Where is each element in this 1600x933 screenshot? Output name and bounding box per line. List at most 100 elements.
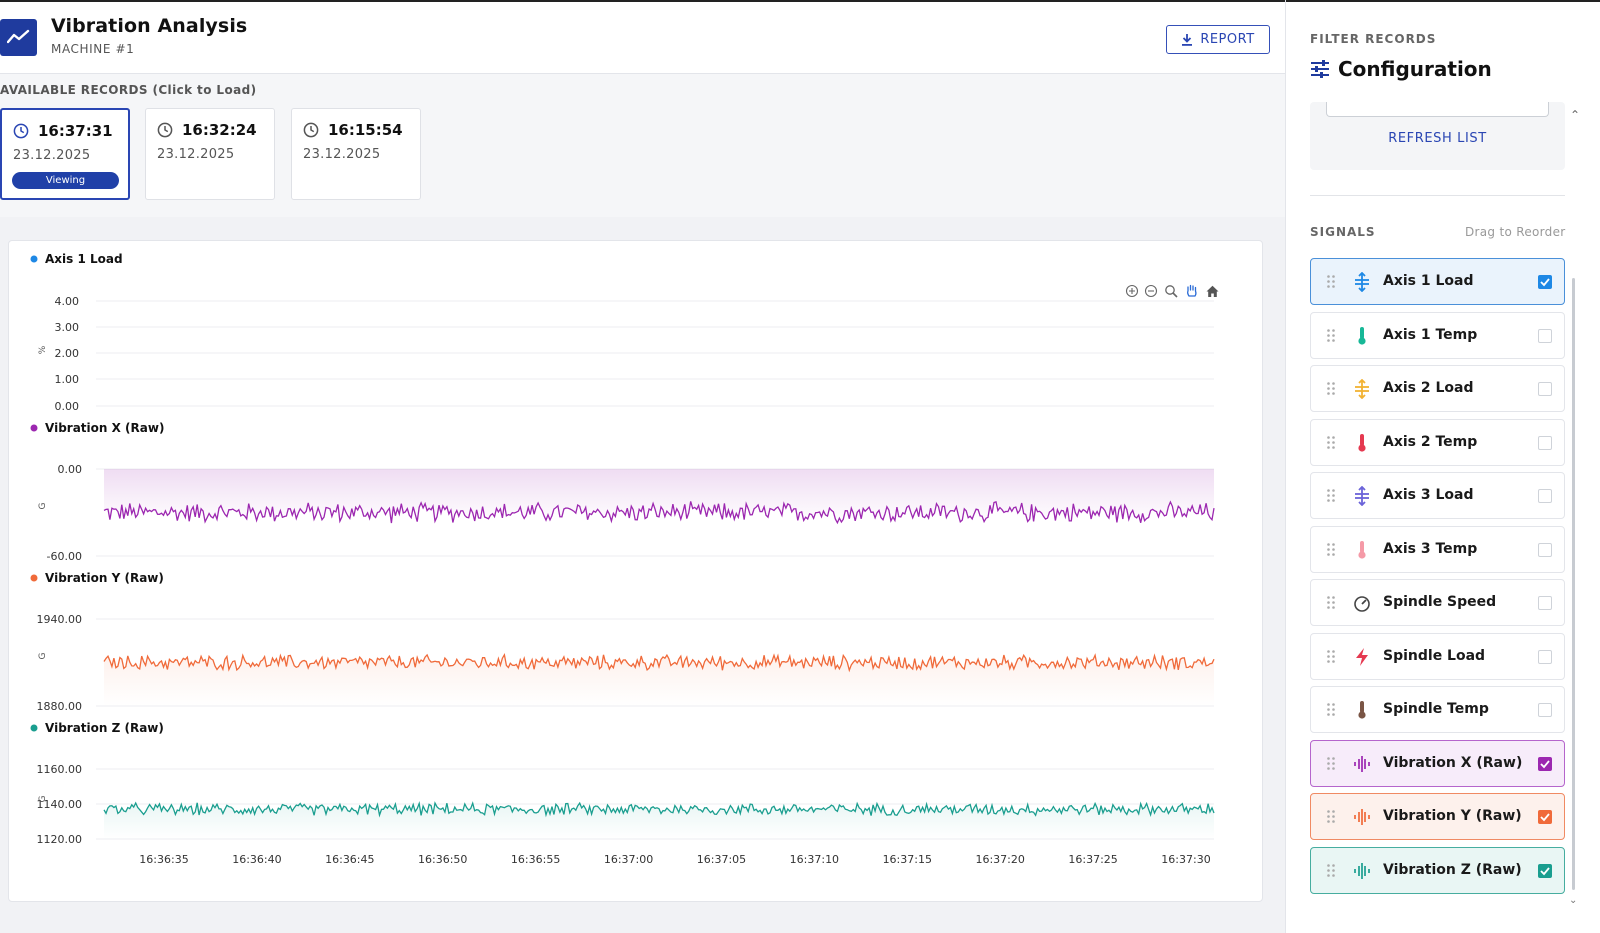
signal-label: Axis 3 Load [1383,487,1474,503]
record-date: 23.12.2025 [13,148,91,163]
x-tick-label: 16:36:40 [232,853,281,866]
signal-checkbox[interactable] [1538,329,1552,343]
signal-item[interactable]: Axis 3 Load [1310,472,1565,519]
signal-checkbox[interactable] [1538,489,1552,503]
signal-label: Vibration X (Raw) [1383,755,1523,771]
signal-checkbox[interactable] [1538,864,1552,878]
thermometer-icon [1353,433,1371,453]
report-label: REPORT [1200,32,1255,47]
drag-to-reorder-hint: Drag to Reorder [1465,225,1566,239]
filter-panel: FILTER RECORDS Configuration REFRESH LIS… [1285,0,1600,933]
zoom-in-icon[interactable] [1125,284,1139,298]
signal-checkbox[interactable] [1538,703,1552,717]
y-tick-label: 1160.00 [37,763,83,776]
signal-checkbox[interactable] [1538,757,1552,771]
page-title: Vibration Analysis [51,15,248,37]
y-tick-label: 0.00 [58,463,83,476]
divider [1310,195,1565,196]
signal-item[interactable]: Axis 2 Load [1310,365,1565,412]
signal-item[interactable]: Axis 2 Temp [1310,419,1565,466]
signal-label: Axis 3 Temp [1383,541,1478,557]
signal-label: Axis 2 Temp [1383,434,1478,450]
home-icon[interactable] [1206,285,1219,297]
drag-handle-icon[interactable] [1327,703,1335,716]
drag-handle-icon[interactable] [1327,382,1335,395]
chart-panel: Axis 1 Load 4.00 3.00 2.00 1.00 0.00% [30,252,1214,413]
record-time: 16:15:54 [328,121,403,139]
drag-handle-icon[interactable] [1327,864,1335,877]
signals-label: SIGNALS [1310,225,1376,239]
legend-dot [30,424,38,432]
signal-item[interactable]: Vibration Z (Raw) [1310,847,1565,894]
clock-icon [157,122,173,138]
record-card[interactable]: 16:37:31 23.12.2025 Viewing [0,108,130,200]
chart-panel: Vibration Z (Raw)1160.001140.001120.00G [30,721,1215,846]
waveform-icon [1353,754,1371,774]
x-tick-label: 16:36:55 [511,853,560,866]
drag-handle-icon[interactable] [1327,757,1335,770]
pan-hand-icon[interactable] [1187,284,1197,297]
chart-svg: Axis 1 Load 4.00 3.00 2.00 1.00 0.00% Vibratio… [30,252,1219,866]
x-tick-label: 16:37:10 [790,853,839,866]
y-axis-unit: G [38,502,48,509]
signal-label: Spindle Temp [1383,701,1489,717]
y-tick-label: 2.00 [55,347,80,360]
drag-handle-icon[interactable] [1327,436,1335,449]
viewing-badge: Viewing [12,172,119,189]
x-tick-label: 16:36:45 [325,853,374,866]
magnify-icon[interactable] [1165,285,1178,298]
signal-item[interactable]: Spindle Temp [1310,686,1565,733]
x-tick-label: 16:36:50 [418,853,467,866]
thermometer-icon [1353,700,1371,720]
record-date: 23.12.2025 [303,147,381,162]
record-select-field[interactable] [1326,102,1549,117]
zoom-out-icon[interactable] [1144,284,1158,298]
signal-item[interactable]: Axis 1 Temp [1310,312,1565,359]
signal-checkbox[interactable] [1538,543,1552,557]
thermometer-icon [1353,540,1371,560]
drag-handle-icon[interactable] [1327,810,1335,823]
signal-checkbox[interactable] [1538,650,1552,664]
signal-checkbox[interactable] [1538,810,1552,824]
bolt-icon [1353,647,1371,667]
scroll-down-icon[interactable]: ⌄ [1569,895,1577,906]
drag-handle-icon[interactable] [1327,489,1335,502]
clock-icon [303,122,319,138]
signal-checkbox[interactable] [1538,436,1552,450]
refresh-list-button[interactable]: REFRESH LIST [1310,131,1565,146]
series-title: Axis 1 Load [45,252,123,266]
clock-icon [13,123,29,139]
scroll-up-icon[interactable]: ⌃ [1570,108,1580,122]
signal-label: Axis 1 Temp [1383,327,1478,343]
signal-item[interactable]: Vibration X (Raw) [1310,740,1565,787]
signal-checkbox[interactable] [1538,275,1552,289]
drag-handle-icon[interactable] [1327,650,1335,663]
filter-records-label: FILTER RECORDS [1310,32,1437,46]
chart-panel: Vibration X (Raw) 0.00 -60.00 G [30,421,1215,563]
signal-item[interactable]: Spindle Load [1310,633,1565,680]
drag-handle-icon[interactable] [1327,596,1335,609]
record-card[interactable]: 16:15:54 23.12.2025 [291,108,421,200]
signal-item[interactable]: Spindle Speed [1310,579,1565,626]
x-tick-label: 16:37:30 [1161,853,1210,866]
load-icon [1353,485,1371,507]
drag-handle-icon[interactable] [1327,275,1335,288]
series-title: Vibration Z (Raw) [45,721,164,735]
configuration-title: Configuration [1338,57,1492,81]
signal-item[interactable]: Axis 3 Temp [1310,526,1565,573]
signal-label: Spindle Load [1383,648,1486,664]
chart-toolbar [1125,284,1219,298]
signal-checkbox[interactable] [1538,382,1552,396]
signal-item[interactable]: Vibration Y (Raw) [1310,793,1565,840]
signals-scrollbar[interactable] [1572,278,1575,890]
drag-handle-icon[interactable] [1327,329,1335,342]
report-button[interactable]: REPORT [1166,25,1270,54]
legend-dot [30,574,38,582]
y-tick-label: 1880.00 [37,700,83,713]
drag-handle-icon[interactable] [1327,543,1335,556]
signal-item[interactable]: Axis 1 Load [1310,258,1565,305]
y-tick-label: 4.00 [55,295,80,308]
x-tick-label: 16:37:00 [604,853,653,866]
record-card[interactable]: 16:32:24 23.12.2025 [145,108,275,200]
signal-checkbox[interactable] [1538,596,1552,610]
